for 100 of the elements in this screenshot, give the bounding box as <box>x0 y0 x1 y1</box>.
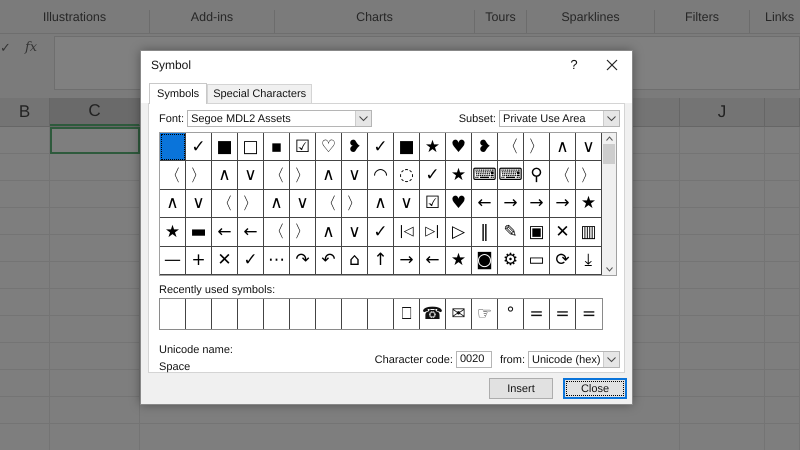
font-dropdown[interactable]: Segoe MDL2 Assets <box>187 110 372 127</box>
symbol-cell[interactable]: → <box>498 190 524 218</box>
symbol-cell[interactable]: ⌨ <box>498 161 524 190</box>
symbol-cell[interactable]: ⚙ <box>498 246 524 275</box>
symbol-cell[interactable]: 〉 <box>290 161 316 190</box>
symbol-cell[interactable]: ← <box>238 218 264 247</box>
symbol-cell[interactable]: ✓ <box>238 246 264 275</box>
scrollbar-thumb[interactable] <box>603 144 615 164</box>
symbol-cell[interactable]: ◙ <box>472 246 498 275</box>
symbol-cell[interactable]: 〈 <box>550 161 576 190</box>
symbol-cell[interactable]: 〉 <box>576 161 602 190</box>
symbol-cell[interactable]: ∧ <box>316 218 342 247</box>
symbol-cell[interactable]: ◠ <box>368 161 394 190</box>
symbol-cell[interactable]: ↑ <box>368 246 394 275</box>
symbol-cell[interactable]: ■ <box>212 133 238 162</box>
character-code-input[interactable]: 0020 <box>456 351 492 368</box>
symbol-cell[interactable]: ← <box>472 190 498 218</box>
symbol-cell[interactable]: ▷| <box>420 218 446 247</box>
symbol-cell[interactable]: ♥ <box>446 133 472 162</box>
spreadsheet-cell[interactable] <box>0 127 50 154</box>
symbol-cell[interactable]: ⚲ <box>524 161 550 190</box>
symbol-cell[interactable]: ⟳ <box>550 246 576 275</box>
symbol-cell[interactable]: ∨ <box>342 218 368 247</box>
symbol-cell[interactable]: ▭ <box>524 246 550 275</box>
tab[interactable]: Special Characters <box>207 84 312 103</box>
encoding-dropdown[interactable]: Unicode (hex) <box>528 351 620 368</box>
symbol-cell[interactable]: → <box>524 190 550 218</box>
symbol-cell[interactable]: ↷ <box>290 246 316 275</box>
symbol-cell[interactable]: ✓ <box>368 133 394 162</box>
spreadsheet-cell[interactable] <box>0 154 50 181</box>
symbol-cell[interactable]: ∨ <box>576 133 602 162</box>
symbol-cell[interactable]: ∨ <box>394 190 420 218</box>
symbol-cell[interactable]: ★ <box>446 246 472 275</box>
symbol-cell[interactable]: ✕ <box>212 246 238 275</box>
symbol-cell[interactable]: ← <box>420 246 446 275</box>
symbol-cell[interactable]: ❥ <box>342 133 368 162</box>
symbol-cell[interactable]: 〈 <box>264 218 290 247</box>
symbol-cell[interactable]: 〈 <box>160 161 186 190</box>
symbol-cell[interactable]: — <box>160 246 186 275</box>
symbol-cell[interactable]: 〈 <box>212 190 238 218</box>
symbol-cell[interactable]: ★ <box>160 218 186 247</box>
symbol-cell[interactable]: ✓ <box>186 133 212 162</box>
symbol-cell[interactable]: ▣ <box>524 218 550 247</box>
symbol-cell[interactable]: ⌨ <box>472 161 498 190</box>
symbol-cell[interactable]: ✓ <box>420 161 446 190</box>
symbol-cell[interactable]: ✕ <box>550 218 576 247</box>
symbol-cell[interactable]: 〉 <box>238 190 264 218</box>
dialog-button[interactable]: Close <box>563 378 627 399</box>
symbol-cell[interactable]: ▷ <box>446 218 472 247</box>
dialog-button[interactable]: Insert <box>489 378 553 399</box>
symbol-cell[interactable]: ∧ <box>212 161 238 190</box>
symbol-cell[interactable]: ★ <box>420 133 446 162</box>
symbol-cell[interactable]: ✎ <box>498 218 524 247</box>
symbol-cell[interactable]: ∨ <box>238 161 264 190</box>
symbol-cell[interactable]: ← <box>212 218 238 247</box>
symbol-cell[interactable]: ♡ <box>316 133 342 162</box>
symbol-cell[interactable]: ☑ <box>290 133 316 162</box>
tab[interactable]: Symbols <box>149 83 208 104</box>
spreadsheet-cell[interactable] <box>680 127 765 154</box>
symbol-cell[interactable]: |◁ <box>394 218 420 247</box>
symbol-cell[interactable]: → <box>550 190 576 218</box>
symbol-cell[interactable] <box>160 133 186 162</box>
symbol-cell[interactable]: ‖ <box>472 218 498 247</box>
symbol-cell[interactable]: ∧ <box>550 133 576 162</box>
symbol-cell[interactable]: ∧ <box>368 190 394 218</box>
symbol-cell[interactable]: ⤓ <box>576 246 602 275</box>
symbol-cell[interactable]: ∨ <box>342 161 368 190</box>
symbol-cell[interactable]: ♥ <box>446 190 472 218</box>
symbol-cell[interactable]: 〈 <box>498 133 524 162</box>
symbol-cell[interactable]: ☑ <box>420 190 446 218</box>
help-button[interactable]: ? <box>556 57 592 72</box>
symbol-cell[interactable]: □ <box>238 133 264 162</box>
symbol-cell[interactable]: 〉 <box>524 133 550 162</box>
symbol-cell[interactable]: ∧ <box>316 161 342 190</box>
symbol-cell[interactable]: 〉 <box>186 161 212 190</box>
spreadsheet-cell[interactable] <box>50 397 140 424</box>
symbol-cell[interactable]: 〉 <box>342 190 368 218</box>
symbol-cell[interactable]: ★ <box>446 161 472 190</box>
symbol-cell[interactable]: ∧ <box>264 190 290 218</box>
symbol-cell[interactable]: ∨ <box>290 190 316 218</box>
subset-dropdown[interactable]: Private Use Area <box>499 110 620 127</box>
symbol-cell[interactable]: 〈 <box>264 161 290 190</box>
symbol-cell[interactable]: ▪ <box>264 133 290 162</box>
symbol-cell[interactable]: ∨ <box>186 190 212 218</box>
spreadsheet-cell[interactable] <box>50 127 140 154</box>
symbol-cell[interactable]: ▥ <box>576 218 602 247</box>
symbol-cell[interactable]: ❥ <box>472 133 498 162</box>
symbol-cell[interactable]: ■ <box>394 133 420 162</box>
symbol-cell[interactable]: ↶ <box>316 246 342 275</box>
scrollbar[interactable] <box>602 133 616 275</box>
symbol-cell[interactable]: + <box>186 246 212 275</box>
symbol-cell[interactable]: ✓ <box>368 218 394 247</box>
symbol-cell[interactable]: 〉 <box>290 218 316 247</box>
symbol-cell[interactable]: 〈 <box>316 190 342 218</box>
symbol-cell[interactable]: ◌ <box>394 161 420 190</box>
symbol-cell[interactable]: ▬ <box>186 218 212 247</box>
recent-symbol-cell[interactable]: ☎ <box>420 298 446 329</box>
symbol-cell[interactable]: ⋯ <box>264 246 290 275</box>
symbol-cell[interactable]: → <box>394 246 420 275</box>
symbol-cell[interactable]: ★ <box>576 190 602 218</box>
